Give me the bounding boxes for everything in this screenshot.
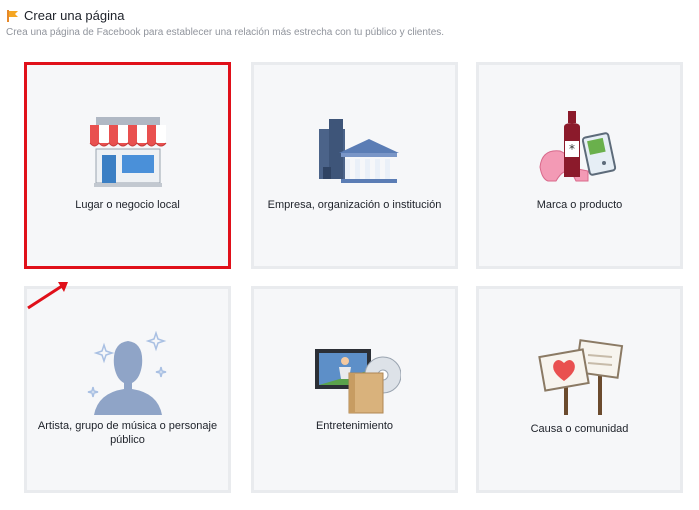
storefront-icon bbox=[89, 117, 166, 187]
category-card-artist[interactable]: Artista, grupo de música o personaje púb… bbox=[24, 286, 231, 493]
category-card-entertainment[interactable]: Entretenimiento bbox=[251, 286, 458, 493]
svg-text:*: * bbox=[569, 142, 575, 156]
category-card-local-business[interactable]: Lugar o negocio local bbox=[24, 62, 231, 269]
flag-icon bbox=[7, 9, 18, 22]
buildings-icon bbox=[318, 119, 399, 183]
page-subtitle: Crea una página de Facebook para estable… bbox=[6, 27, 445, 38]
category-label: Lugar o negocio local bbox=[75, 199, 180, 211]
category-label: Marca o producto bbox=[536, 199, 623, 211]
category-label: Entretenimiento bbox=[315, 420, 394, 432]
cause-signs-icon bbox=[537, 339, 623, 415]
category-card-cause[interactable]: Causa o comunidad bbox=[476, 286, 683, 493]
entertainment-icon bbox=[314, 349, 401, 414]
category-card-company[interactable]: Empresa, organización o institución bbox=[251, 62, 458, 269]
products-icon: * bbox=[538, 111, 616, 182]
category-label: Artista, grupo de música o personaje púb… bbox=[37, 420, 218, 446]
artist-silhouette-icon bbox=[87, 331, 166, 415]
page-header: Crear una página bbox=[6, 8, 124, 23]
category-label: Causa o comunidad bbox=[530, 423, 629, 435]
category-card-brand[interactable]: * Marca o producto bbox=[476, 62, 683, 269]
page-title: Crear una página bbox=[24, 8, 125, 23]
red-arrow-icon bbox=[27, 282, 68, 310]
category-label: Empresa, organización o institución bbox=[267, 199, 442, 211]
